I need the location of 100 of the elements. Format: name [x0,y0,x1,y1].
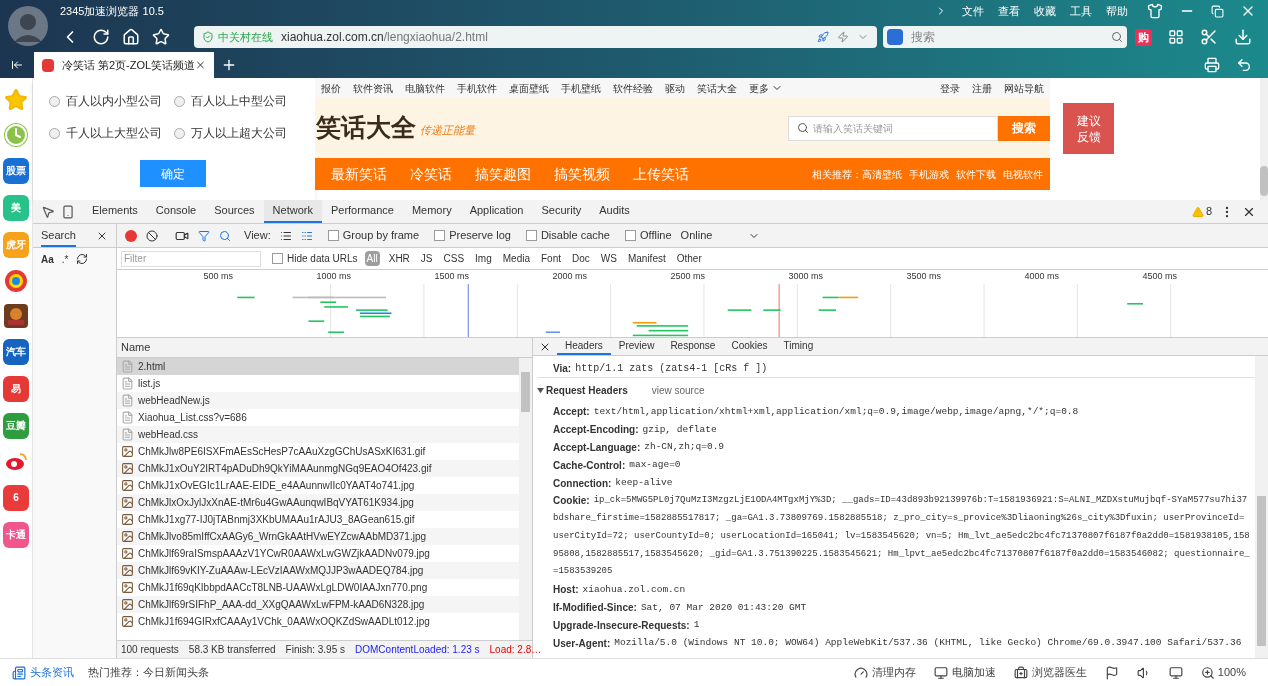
nav-link[interactable]: 手机壁纸 [555,80,607,96]
type-filter[interactable]: CSS [441,251,467,266]
nav-link[interactable]: 笑话大全 [691,80,743,96]
devtools-tab[interactable]: Security [532,200,591,223]
checkbox[interactable] [272,253,283,264]
search-icon[interactable] [1111,31,1123,43]
devtools-tab[interactable]: Performance [321,200,403,223]
checkbox[interactable] [434,230,446,241]
rocket-icon[interactable] [817,31,829,43]
request-row[interactable]: webHead.css [117,426,519,443]
column-header[interactable]: Name [121,339,151,356]
radio-button[interactable] [49,127,60,139]
scrollbar[interactable] [1260,78,1268,200]
inspect-icon[interactable] [41,204,55,219]
detail-tab[interactable]: Preview [610,338,663,355]
devtools-tab[interactable]: Network [263,200,322,223]
home-icon[interactable] [122,28,140,46]
nav-link[interactable]: 桌面壁纸 [503,80,555,96]
account-link[interactable]: 网站导航 [998,80,1050,96]
clear-icon[interactable] [146,229,158,242]
expand-arrow-icon[interactable] [537,387,544,394]
section-title[interactable]: Request Headers [546,383,628,398]
record-button[interactable] [125,229,137,242]
devtools-tab[interactable]: Sources [205,200,264,223]
star-icon[interactable] [4,88,28,112]
throttle-select[interactable]: Online [680,227,761,244]
regex-toggle[interactable]: .* [61,251,69,267]
devtools-tab[interactable]: Console [146,200,206,223]
app-shortcut[interactable]: 易 [3,376,29,402]
browser-tab[interactable]: 冷笑话 第2页-ZOL笑话频道 [34,52,214,78]
refresh-icon[interactable] [76,253,89,265]
zoom-control[interactable]: 100% [1200,664,1246,681]
radio-button[interactable] [174,127,185,139]
checkbox[interactable] [327,230,339,241]
new-tab-icon[interactable] [221,57,237,73]
scrollbar[interactable] [1255,356,1268,658]
type-filter[interactable]: Manifest [625,251,668,266]
skin-icon[interactable] [1147,3,1163,19]
detail-tab[interactable]: Headers [557,338,611,355]
tool-button[interactable]: 清理内存 [853,664,916,681]
list-view-icon[interactable] [279,229,292,242]
sidebar-toggle-icon[interactable] [11,59,23,71]
refresh-icon[interactable] [92,28,110,46]
news-icon[interactable] [12,665,26,680]
news-link[interactable]: 头条资讯 [30,664,74,681]
devtools-tab[interactable]: Audits [590,200,639,223]
checkbox[interactable] [525,230,537,241]
feedback-button[interactable]: 建议反馈 [1063,103,1114,154]
nav-link[interactable]: 驱动 [659,80,691,96]
type-filter[interactable]: Doc [570,251,592,266]
close-tab-icon[interactable] [195,59,206,71]
overview-icon[interactable] [300,229,313,242]
detail-tab[interactable]: Response [662,338,724,355]
tool-button[interactable]: 电脑加速 [933,664,996,681]
type-filter[interactable]: JS [418,251,435,266]
flag-icon[interactable] [1104,665,1119,680]
screenshot-icon[interactable] [1200,28,1218,46]
scrollbar[interactable] [519,358,532,640]
request-row[interactable]: 2.html [117,358,519,375]
view-source-link[interactable]: view source [651,383,705,398]
menu-item[interactable]: 工具 [1063,2,1099,20]
tool-button[interactable]: 浏览器医生 [1013,664,1087,681]
checkbox[interactable] [625,230,636,241]
app-shortcut[interactable]: 汽车 [3,339,29,365]
search-icon[interactable] [219,229,231,242]
nav-link[interactable]: 软件经验 [607,80,659,96]
account-link[interactable]: 登录 [934,80,966,96]
type-filter[interactable]: Img [473,251,494,266]
ball-icon[interactable] [4,269,28,293]
type-filter[interactable]: Media [500,251,532,266]
app-shortcut[interactable]: 股票 [3,158,29,184]
hot-news-text[interactable]: 热门推荐：今日新闻头条 [88,664,209,681]
detail-tab[interactable]: Timing [775,338,822,355]
nav-link[interactable]: 软件资讯 [347,80,399,96]
type-filter[interactable]: WS [598,251,619,266]
nav-link[interactable]: 电脑软件 [399,80,451,96]
restore-icon[interactable] [1211,4,1224,18]
match-case-toggle[interactable]: Aa [41,251,54,267]
download-icon[interactable] [1234,28,1252,46]
warning-count[interactable]: 8 [1205,203,1212,220]
request-row[interactable]: ChMkJlxOxJylJxXnAE-tMr6u4GwAAunqwIBqVYAT61K934.jpg [117,494,519,511]
undo-icon[interactable] [1236,57,1252,73]
type-filter[interactable]: Other [674,251,704,266]
devtools-tab[interactable]: Elements [83,200,147,223]
app-shortcut[interactable]: 6 [3,485,29,511]
detail-tab[interactable]: Cookies [723,338,776,355]
menu-item[interactable]: 收藏 [1027,2,1063,20]
printer-icon[interactable] [1204,57,1220,73]
request-row[interactable]: ChMkJlf69rSIFhP_AAA-dd_XXgQAAWxLwFPM-kAAD6N328.jpg [117,596,519,613]
nav-link[interactable]: 报价 [315,80,347,96]
menu-item[interactable]: 帮助 [1099,2,1135,20]
devtools-tab[interactable]: Application [460,200,533,223]
address-bar[interactable]: 中关村在线 xiaohua.zol.com.cn/lengxiaohua/2.html [194,26,877,48]
avatar[interactable] [8,6,48,46]
bolt-icon[interactable] [837,31,849,43]
bookmark-icon[interactable] [152,28,170,46]
request-row[interactable]: ChMkJlvo85mIffCxAAGy6_WrnGkAAtHVwEYZcwAAbMD371.jpg [117,528,519,545]
nav-link[interactable]: 手机软件 [451,80,503,96]
request-row[interactable]: ChMkJ1xOuY2IRT4pADuDh9QkYiMAAunmgNGq9EAO4Of423.gif [117,460,519,477]
radio-button[interactable] [49,95,60,107]
